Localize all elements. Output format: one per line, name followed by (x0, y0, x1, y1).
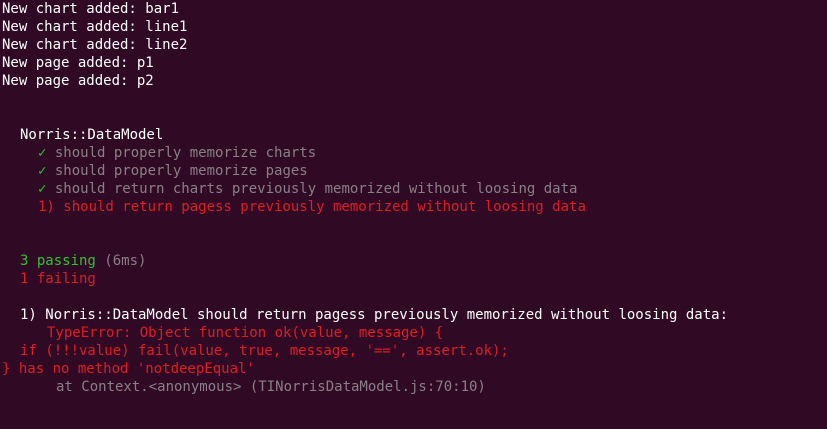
test-name: should return charts previously memorize… (54, 181, 578, 197)
test-result-failed: 1) should return pagess previously memor… (38, 199, 586, 215)
summary-failing: 1 failing (20, 271, 96, 287)
passing-count: 3 passing (20, 253, 96, 269)
test-result-passed: ✓ should properly memorize pages (38, 162, 308, 180)
log-line: New page added: p2 (2, 73, 154, 89)
log-line: New chart added: bar1 (2, 1, 180, 17)
stack-trace-line: at Context.<anonymous> (TINorrisDataMode… (56, 379, 486, 395)
check-icon: ✓ (38, 181, 47, 197)
log-line: New chart added: line1 (2, 19, 188, 35)
error-line: } has no method 'notdeepEqual' (2, 361, 255, 377)
log-line: New chart added: line2 (2, 37, 188, 53)
error-line: TypeError: Object function ok(value, mes… (47, 325, 444, 341)
failure-title: 1) Norris::DataModel should return pages… (20, 307, 729, 323)
test-result-passed: ✓ should properly memorize charts (38, 144, 316, 162)
test-name: should properly memorize pages (54, 163, 308, 179)
summary-passing: 3 passing (6ms) (20, 252, 146, 270)
terminal-window[interactable]: New chart added: bar1 New chart added: l… (0, 0, 827, 429)
test-result-passed: ✓ should return charts previously memori… (38, 180, 577, 198)
log-line: New page added: p1 (2, 55, 154, 71)
suite-title: Norris::DataModel (20, 127, 164, 143)
test-name: should properly memorize charts (54, 145, 317, 161)
check-icon: ✓ (38, 163, 47, 179)
duration: (6ms) (104, 253, 147, 269)
check-icon: ✓ (38, 145, 47, 161)
error-line: if (!!!value) fail(value, true, message,… (20, 343, 509, 359)
